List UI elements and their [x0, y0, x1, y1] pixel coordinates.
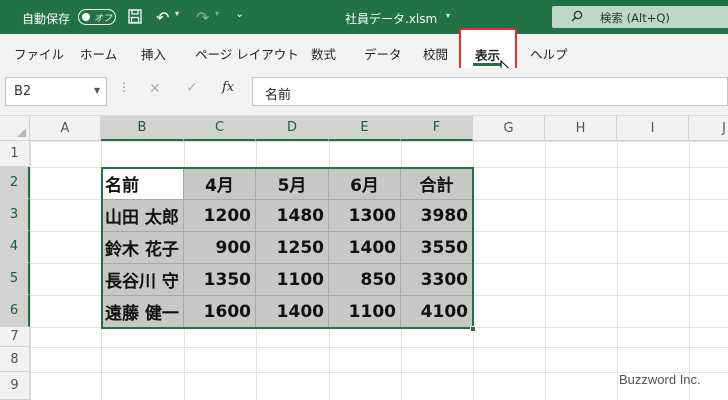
watermark: Buzzword Inc. — [619, 372, 701, 387]
table-cell[interactable]: 長谷川 守 — [101, 264, 184, 296]
formula-input[interactable]: 名前 — [252, 77, 728, 106]
grid[interactable]: A B C D E F G H I J 1 2 3 4 5 6 7 8 9 名前 4月 5月 6月 合計 山田 太郎 1200 14… — [0, 116, 728, 400]
check-icon[interactable]: ✓ — [186, 80, 198, 96]
table-cell[interactable]: 鈴木 花子 — [101, 232, 184, 264]
column-header-e[interactable]: E — [329, 116, 401, 141]
more-options-icon[interactable]: ⋮ — [118, 80, 130, 94]
table-header-cell[interactable]: 4月 — [184, 168, 256, 200]
fill-handle[interactable] — [470, 326, 476, 332]
tab-home[interactable]: ホーム — [80, 44, 117, 63]
table-cell[interactable]: 山田 太郎 — [101, 200, 184, 232]
tab-data[interactable]: データ — [364, 44, 402, 63]
redo-icon[interactable]: ↷ — [196, 8, 209, 27]
name-box[interactable]: B2 ▼ — [5, 77, 107, 106]
column-header-f[interactable]: F — [401, 116, 473, 141]
table-cell[interactable]: 4100 — [401, 296, 473, 328]
table-header-cell[interactable]: 合計 — [401, 168, 473, 200]
insert-function-icon[interactable]: fx — [222, 80, 234, 95]
column-header-c[interactable]: C — [184, 116, 256, 141]
row-header-2[interactable]: 2 — [0, 167, 30, 199]
search-box[interactable]: 検索 (Alt+Q) — [552, 6, 728, 28]
column-header-a[interactable]: A — [30, 116, 101, 141]
table-cell[interactable]: 1480 — [256, 200, 329, 232]
select-all-icon — [17, 128, 26, 137]
chevron-down-icon[interactable]: ▾ — [215, 9, 219, 18]
tab-view-label: 表示 — [475, 48, 501, 63]
column-header-h[interactable]: H — [545, 116, 617, 141]
autosave-state: オフ — [94, 14, 113, 24]
column-header-d[interactable]: D — [256, 116, 329, 141]
table-cell[interactable]: 1600 — [184, 296, 256, 328]
table-cell[interactable]: 1400 — [256, 296, 329, 328]
spreadsheet[interactable]: A B C D E F G H I J 1 2 3 4 5 6 7 8 9 名前 4月 5月 6月 合計 山田 太郎 1200 14… — [0, 116, 728, 400]
tab-insert[interactable]: 挿入 — [141, 44, 166, 63]
column-header-g[interactable]: G — [473, 116, 545, 141]
tab-formulas[interactable]: 数式 — [311, 44, 336, 63]
table-header-cell[interactable]: 6月 — [329, 168, 401, 200]
cancel-icon[interactable]: ✕ — [149, 81, 161, 97]
autosave-label: 自動保存 — [22, 12, 71, 26]
chevron-down-icon[interactable]: ▾ — [446, 11, 450, 20]
tab-review[interactable]: 校閲 — [423, 44, 448, 63]
table-cell[interactable]: 1350 — [184, 264, 256, 296]
tab-page-layout[interactable]: ページ レイアウト — [195, 44, 299, 63]
table-cell[interactable]: 1300 — [329, 200, 401, 232]
column-gridline — [545, 141, 546, 400]
column-gridline — [473, 141, 474, 400]
row-header-8[interactable]: 8 — [0, 347, 30, 372]
column-header-b[interactable]: B — [101, 116, 184, 141]
table-cell[interactable]: 3550 — [401, 232, 473, 264]
tab-file[interactable]: ファイル — [14, 44, 64, 63]
row-gridline — [30, 141, 728, 142]
autosave-toggle[interactable]: オフ — [78, 9, 116, 25]
search-placeholder: 検索 (Alt+Q) — [600, 11, 670, 25]
row-gridline — [30, 347, 728, 348]
table-cell[interactable]: 1250 — [256, 232, 329, 264]
chevron-down-icon[interactable]: ▼ — [94, 86, 100, 95]
table-cell[interactable]: 3300 — [401, 264, 473, 296]
column-gridline — [30, 141, 31, 400]
table-cell[interactable]: 1100 — [329, 296, 401, 328]
row-header-6[interactable]: 6 — [0, 295, 30, 327]
row-header-9[interactable]: 9 — [0, 372, 30, 400]
document-title: 社員データ.xlsm — [345, 12, 438, 26]
column-header-i[interactable]: I — [617, 116, 689, 141]
toggle-knob — [82, 13, 90, 21]
column-gridline — [689, 141, 690, 400]
save-icon[interactable] — [128, 9, 142, 24]
table-cell[interactable]: 850 — [329, 264, 401, 296]
select-all-button[interactable] — [0, 116, 30, 141]
title-bar: 自動保存 オフ ↶ ▾ ↷ ▾ ⌄ 社員データ.xlsm ▾ 検索 (Alt+Q… — [0, 0, 728, 34]
chevron-down-icon[interactable]: ▾ — [175, 9, 179, 18]
table-cell[interactable]: 900 — [184, 232, 256, 264]
column-gridline — [617, 141, 618, 400]
ribbon-tabs: ファイル ホーム 挿入 ページ レイアウト 数式 データ 校閲 ヘルプ — [0, 34, 728, 68]
table-header-cell[interactable]: 5月 — [256, 168, 329, 200]
table-header-cell[interactable]: 名前 — [101, 168, 184, 200]
table-cell[interactable]: 1200 — [184, 200, 256, 232]
active-tab-indicator — [473, 63, 501, 66]
tab-help[interactable]: ヘルプ — [530, 44, 568, 63]
row-header-3[interactable]: 3 — [0, 199, 30, 231]
row-header-1[interactable]: 1 — [0, 141, 30, 167]
name-box-value: B2 — [14, 84, 32, 99]
formula-bar: B2 ▼ ⋮ ✕ ✓ fx 名前 — [0, 68, 728, 116]
table-cell[interactable]: 1400 — [329, 232, 401, 264]
undo-icon[interactable]: ↶ — [156, 8, 169, 27]
table-cell[interactable]: 3980 — [401, 200, 473, 232]
row-header-5[interactable]: 5 — [0, 263, 30, 295]
column-header-j[interactable]: J — [689, 116, 728, 141]
table-cell[interactable]: 1100 — [256, 264, 329, 296]
row-header-4[interactable]: 4 — [0, 231, 30, 263]
row-header-7[interactable]: 7 — [0, 327, 30, 347]
table-cell[interactable]: 遠藤 健一 — [101, 296, 184, 328]
search-icon — [571, 10, 583, 22]
customize-toolbar-icon[interactable]: ⌄ — [235, 7, 244, 20]
formula-value: 名前 — [265, 88, 292, 103]
